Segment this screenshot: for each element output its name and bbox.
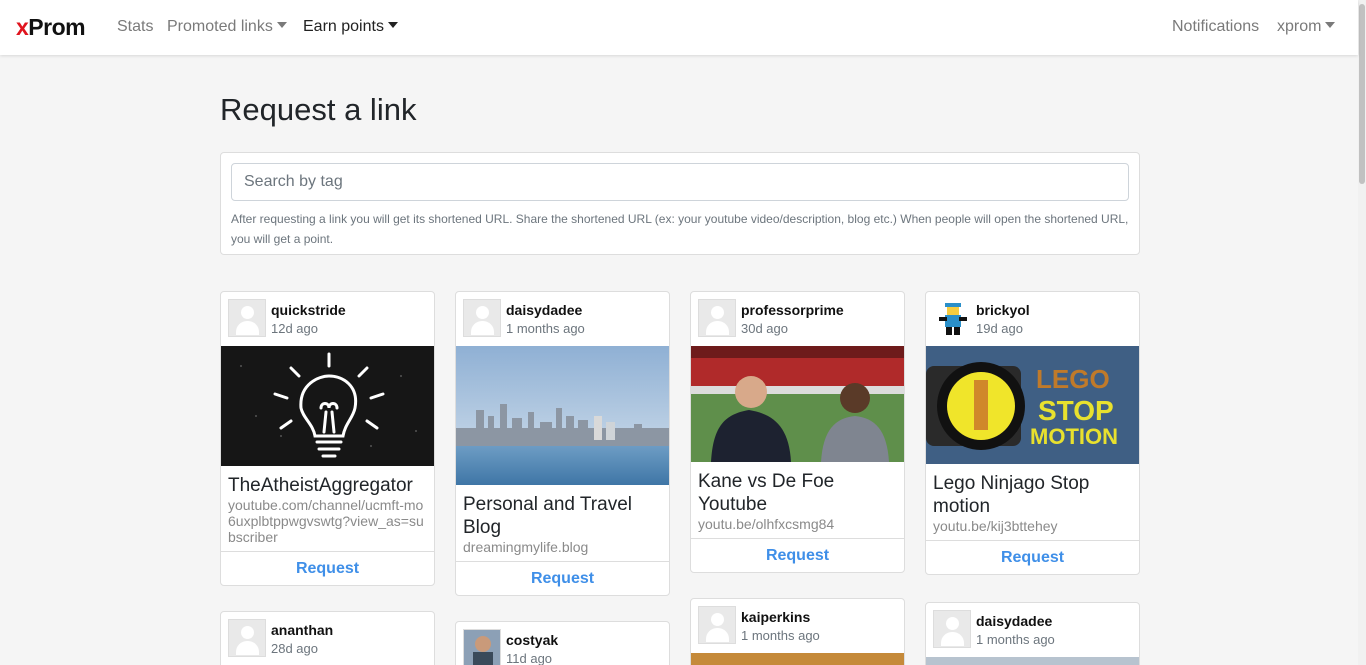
nav-notifications-label: Notifications — [1172, 18, 1260, 35]
nav-stats-label: Stats — [117, 18, 154, 35]
card-username[interactable]: ananthan — [271, 622, 333, 638]
brand-logo[interactable]: xProm — [16, 14, 86, 41]
user-photo-avatar — [464, 630, 500, 665]
card-username[interactable]: kaiperkins — [741, 609, 810, 625]
user-menu-label: xprom — [1277, 18, 1322, 35]
card-time: 1 months ago — [506, 321, 585, 336]
link-card: professorprime 30d ago Kane vs De Foe Yo… — [690, 291, 905, 573]
card-time: 28d ago — [271, 641, 318, 656]
card-url: youtube.com/channel/ucmft-mo6uxplbtppwgv… — [228, 497, 424, 545]
nav-notifications[interactable]: Notifications — [1172, 18, 1259, 36]
lego-minifig-avatar — [939, 303, 967, 335]
user-menu-dropdown[interactable]: xprom — [1277, 18, 1336, 36]
card-username[interactable]: daisydadee — [506, 302, 582, 318]
avatar — [228, 619, 266, 657]
top-navbar: xProm Stats Promoted links Earn points N… — [0, 0, 1358, 55]
avatar — [463, 299, 501, 337]
page-title: Request a link — [220, 92, 417, 127]
card-time: 1 months ago — [976, 632, 1055, 647]
request-button[interactable]: Request — [691, 538, 904, 572]
nav-earn-points-label: Earn points — [303, 18, 384, 35]
card-title: Personal and Travel Blog — [463, 494, 632, 538]
card-thumbnail[interactable] — [691, 346, 904, 462]
avatar — [933, 299, 971, 337]
avatar — [933, 610, 971, 648]
search-help-text: After requesting a link you will get its… — [231, 212, 1129, 246]
card-thumbnail[interactable] — [691, 653, 904, 665]
lego-text: LEGO — [1036, 364, 1110, 394]
search-card: After requesting a link you will get its… — [220, 152, 1140, 255]
request-button[interactable]: Request — [926, 540, 1139, 574]
card-username[interactable]: professorprime — [741, 302, 844, 318]
nav-promoted-links-dropdown[interactable]: Promoted links — [167, 18, 287, 36]
card-title: Kane vs De Foe Youtube — [698, 471, 835, 515]
link-card: daisydadee 1 months ago Personal and Tra… — [455, 291, 670, 596]
avatar — [463, 629, 501, 665]
card-url: dreamingmylife.blog — [463, 539, 589, 555]
card-url: youtu.be/olhfxcsmg84 — [698, 516, 835, 532]
nav-earn-points-dropdown[interactable]: Earn points — [303, 18, 398, 36]
card-thumbnail[interactable]: LEGO STOP MOTION — [926, 346, 1139, 464]
link-card: daisydadee 1 months ago — [925, 602, 1140, 665]
link-card: kaiperkins 1 months ago — [690, 598, 905, 665]
football-interview-image — [691, 346, 904, 462]
scrollbar-thumb[interactable] — [1359, 4, 1365, 184]
link-card: costyak 11d ago — [455, 621, 670, 665]
page-scrollbar[interactable] — [1358, 0, 1366, 665]
request-button[interactable]: Request — [221, 551, 434, 585]
card-thumbnail[interactable] — [456, 346, 669, 485]
card-username[interactable]: quickstride — [271, 302, 346, 318]
card-username[interactable]: brickyol — [976, 302, 1030, 318]
lego-stop-motion-image: LEGO STOP MOTION — [926, 346, 1139, 464]
card-time: 1 months ago — [741, 628, 820, 643]
card-time: 30d ago — [741, 321, 788, 336]
lightbulb-icon — [240, 352, 417, 458]
card-thumbnail[interactable] — [221, 346, 434, 466]
city-skyline-image — [456, 346, 669, 485]
card-username[interactable]: daisydadee — [976, 613, 1052, 629]
brand-x: x — [16, 14, 29, 40]
stop-text: STOP — [1038, 395, 1114, 426]
link-card: brickyol 19d ago LEGO STOP MOTION Lego N… — [925, 291, 1140, 575]
avatar — [228, 299, 266, 337]
card-time: 11d ago — [506, 651, 553, 665]
link-card: quickstride 12d ago TheAtheistAggregator… — [220, 291, 435, 586]
chevron-down-icon — [387, 22, 398, 28]
card-time: 19d ago — [976, 321, 1023, 336]
card-thumbnail[interactable] — [926, 657, 1139, 665]
nav-stats[interactable]: Stats — [117, 18, 153, 36]
request-button[interactable]: Request — [456, 561, 669, 595]
chevron-down-icon — [276, 22, 287, 28]
card-time: 12d ago — [271, 321, 318, 336]
search-input[interactable] — [231, 163, 1129, 201]
card-title: TheAtheistAggregator — [228, 475, 413, 496]
chevron-down-icon — [1325, 22, 1336, 28]
card-title: Lego Ninjago Stop motion — [933, 473, 1090, 517]
card-url: youtu.be/kij3bttehey — [933, 518, 1058, 534]
link-card: ananthan 28d ago — [220, 611, 435, 665]
motion-text: MOTION — [1030, 424, 1118, 449]
brand-name: Prom — [28, 14, 86, 40]
avatar — [698, 299, 736, 337]
nav-promoted-links-label: Promoted links — [167, 18, 273, 35]
avatar — [698, 606, 736, 644]
card-username[interactable]: costyak — [506, 632, 558, 648]
